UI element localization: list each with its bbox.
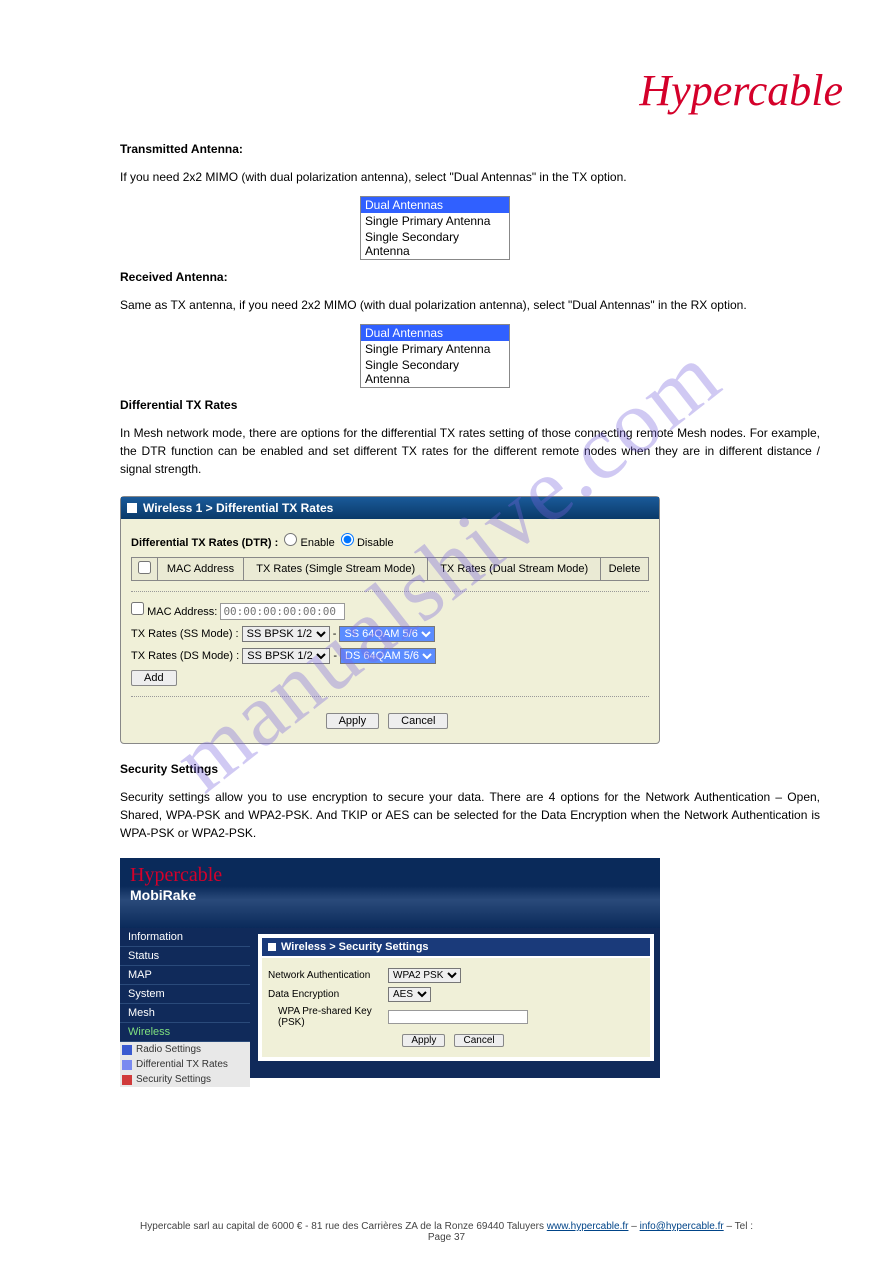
nav-system[interactable]: System [120, 985, 250, 1004]
security-panel: Hypercable MobiRake Information Status M… [120, 858, 660, 1078]
tx-antenna-dropdown[interactable]: Dual Antennas Single Primary Antenna Sin… [360, 196, 510, 260]
sub-radio[interactable]: Radio Settings [120, 1042, 250, 1057]
ss-label: TX Rates (SS Mode) : [131, 628, 239, 640]
footer-brand: Hypercable [140, 1221, 191, 1232]
mac-input[interactable] [220, 603, 345, 620]
divider [131, 591, 649, 592]
sec-form-title-icon [268, 943, 276, 951]
tx-dd-opt-1[interactable]: Single Primary Antenna [361, 213, 509, 229]
dtr-title-icon [127, 503, 137, 513]
dtr-disable-text: Disable [357, 537, 394, 549]
rx-dd-selected[interactable]: Dual Antennas [361, 325, 509, 341]
sec-cancel-button[interactable]: Cancel [454, 1034, 503, 1047]
rx-antenna-label: Received Antenna: [120, 270, 228, 284]
footer-email-link[interactable]: info@hypercable.fr [640, 1221, 724, 1232]
footer-page: Page 37 [428, 1232, 465, 1243]
divider-2 [131, 696, 649, 697]
dtr-switch-label: Differential TX Rates (DTR) : [131, 537, 278, 549]
sub-security[interactable]: Security Settings [120, 1072, 250, 1087]
dtr-col-del[interactable]: Delete [600, 558, 648, 581]
nav-wireless[interactable]: Wireless [120, 1023, 250, 1042]
dtr-apply-button[interactable]: Apply [326, 713, 380, 729]
ds-from-select[interactable]: SS BPSK 1/2 [242, 648, 330, 664]
sec-logo-2: MobiRake [130, 887, 222, 903]
dtr-enable-text: Enable [300, 537, 334, 549]
add-button[interactable]: Add [131, 670, 177, 686]
mac-label: MAC Address: [147, 606, 217, 618]
dtr-cancel-button[interactable]: Cancel [388, 713, 448, 729]
sec-text: Security settings allow you to use encry… [120, 788, 820, 842]
ss-from-select[interactable]: SS BPSK 1/2 [242, 626, 330, 642]
psk-input[interactable] [388, 1010, 528, 1024]
dtr-panel: Wireless 1 > Differential TX Rates Diffe… [120, 496, 660, 744]
sub-dtr[interactable]: Differential TX Rates [120, 1057, 250, 1072]
tx-dd-opt-2[interactable]: Single Secondary Antenna [361, 229, 509, 259]
na-select[interactable]: WPA2 PSK [388, 968, 461, 983]
rx-antenna-dropdown[interactable]: Dual Antennas Single Primary Antenna Sin… [360, 324, 510, 388]
de-select[interactable]: AES [388, 987, 431, 1002]
rx-dd-opt-2[interactable]: Single Secondary Antenna [361, 357, 509, 387]
nav-information[interactable]: Information [120, 928, 250, 947]
ds-to-select[interactable]: DS 64QAM 5/6 [340, 648, 436, 664]
dtr-title-text: Wireless 1 > Differential TX Rates [143, 501, 333, 515]
sec-nav: Information Status MAP System Mesh Wirel… [120, 928, 250, 1087]
sec-form-title-text: Wireless > Security Settings [281, 941, 429, 953]
dtr-enable-radio[interactable] [284, 533, 297, 546]
dtr-col-mac: MAC Address [158, 558, 244, 581]
dtr-disable-radio[interactable] [341, 533, 354, 546]
sec-logo-1: Hypercable [130, 864, 222, 887]
dtr-text: In Mesh network mode, there are options … [120, 424, 820, 478]
footer-addr: sarl au capital de 6000 € - 81 rue des C… [193, 1221, 544, 1232]
nav-status[interactable]: Status [120, 947, 250, 966]
ds-label: TX Rates (DS Mode) : [131, 650, 239, 662]
dtr-heading: Differential TX Rates [120, 398, 237, 412]
dtr-th-check[interactable] [138, 561, 151, 574]
footer-site-link[interactable]: www.hypercable.fr [547, 1221, 629, 1232]
dtr-col-ss: TX Rates (Simgle Stream Mode) [244, 558, 428, 581]
tx-intro-text: If you need 2x2 MIMO (with dual polariza… [120, 168, 820, 186]
footer: Hypercable sarl au capital de 6000 € - 8… [0, 1221, 893, 1243]
dtr-col-ds: TX Rates (Dual Stream Mode) [428, 558, 601, 581]
rx-intro-text: Same as TX antenna, if you need 2x2 MIMO… [120, 296, 820, 314]
nav-mesh[interactable]: Mesh [120, 1004, 250, 1023]
tx-dd-selected[interactable]: Dual Antennas [361, 197, 509, 213]
ss-to-select[interactable]: SS 64QAM 5/6 [339, 626, 435, 642]
footer-tel: – Tel : [726, 1221, 753, 1232]
brand-logo: Hypercable [639, 65, 843, 116]
sec-banner: Hypercable MobiRake [120, 858, 660, 928]
dtr-row-check[interactable] [131, 602, 144, 615]
tx-antenna-label: Transmitted Antenna: [120, 142, 243, 156]
na-label: Network Authentication [268, 970, 388, 981]
sec-heading: Security Settings [120, 762, 218, 776]
sec-apply-button[interactable]: Apply [402, 1034, 445, 1047]
psk-label: WPA Pre-shared Key (PSK) [268, 1006, 388, 1028]
nav-map[interactable]: MAP [120, 966, 250, 985]
dtr-table: MAC Address TX Rates (Simgle Stream Mode… [131, 557, 649, 581]
rx-dd-opt-1[interactable]: Single Primary Antenna [361, 341, 509, 357]
de-label: Data Encryption [268, 989, 388, 1000]
